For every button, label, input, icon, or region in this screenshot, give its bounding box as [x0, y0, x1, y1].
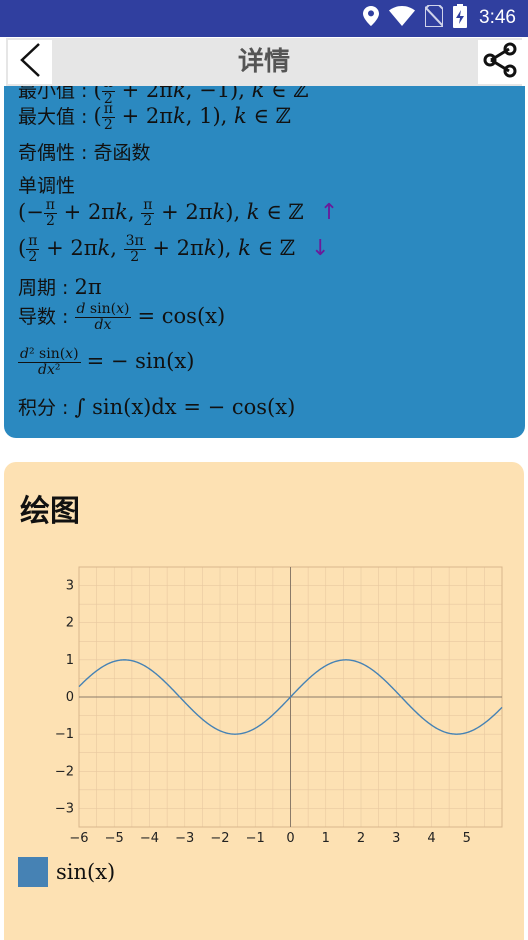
chevron-left-icon: [19, 42, 41, 82]
y-tick-label: 0: [66, 690, 74, 705]
parity-value: 奇函数: [93, 142, 151, 164]
integral-value: ∫ sin(x)dx = − cos(x): [74, 395, 296, 419]
integral-label: 积分: [18, 397, 57, 419]
share-button[interactable]: [478, 40, 522, 84]
app-bar: 详情: [6, 38, 522, 86]
no-sim-icon: [424, 4, 445, 31]
location-icon: [363, 6, 380, 30]
x-tick-label: −3: [175, 831, 194, 846]
x-tick-label: 2: [357, 831, 365, 846]
min-label: 最小值: [18, 86, 76, 102]
period-label: 周期: [18, 277, 57, 299]
status-time: 3:46: [479, 7, 516, 28]
x-tick-label: 0: [286, 831, 294, 846]
y-tick-label: −3: [55, 801, 74, 816]
y-tick-label: 3: [66, 579, 74, 594]
x-tick-label: 3: [392, 831, 400, 846]
chart-legend: sin(x): [18, 857, 115, 887]
battery-charging-icon: [453, 4, 468, 32]
page-title: 详情: [237, 47, 290, 77]
max-row: 最大值 : (π 2 + 2πk, 1), k ∈ ℤ: [18, 101, 291, 133]
derivative-row: 导数 : d sin(x) dx = cos(x): [18, 301, 226, 333]
derivative-value: cos(x): [161, 304, 226, 328]
y-tick-label: 2: [66, 616, 74, 631]
period-value: 2π: [74, 275, 102, 299]
legend-swatch: [18, 857, 48, 887]
integral-row: 积分 : ∫ sin(x)dx = − cos(x): [18, 395, 296, 419]
function-chart[interactable]: −6 −5 −4 −3 −2 −1 0 1 2 3 4 5 −3 −2 −1 0 1 2 3: [4, 462, 524, 862]
decreasing-interval: (π 2 + 2πk, 3π 2 + 2πk), k ∈ ℤ ↓: [18, 233, 330, 265]
x-tick-label: −4: [140, 831, 159, 846]
x-tick-label: 5: [463, 831, 471, 846]
second-derivative-row: d² sin(x) dx² = − sin(x): [18, 346, 195, 378]
second-derivative-value: − sin(x): [110, 349, 195, 373]
parity-label: 奇偶性: [18, 142, 76, 164]
x-tick-label: −5: [105, 831, 124, 846]
share-icon: [482, 42, 518, 82]
derivative-label: 导数: [18, 306, 57, 328]
x-tick-label: −6: [69, 831, 88, 846]
properties-card: 最小值 : (π2 + 2πk, −1), k ∈ ℤ 最大值 : (π2 + …: [4, 86, 525, 438]
status-bar: 3:46: [0, 0, 528, 37]
y-tick-label: −2: [55, 764, 74, 779]
increasing-interval: (− π 2 + 2πk, π2 + 2πk), k ∈ ℤ ↑: [18, 197, 339, 229]
monotonic-label: 单调性: [18, 175, 76, 197]
status-icons: 3:46: [363, 4, 516, 32]
x-tick-label: −1: [246, 831, 265, 846]
period-row: 周期 : 2π: [18, 275, 102, 299]
legend-label: sin(x): [56, 860, 116, 884]
y-tick-label: 1: [66, 653, 74, 668]
wifi-icon: [389, 6, 416, 30]
max-label: 最大值: [18, 106, 76, 128]
arrow-down-icon: ↓: [311, 236, 330, 261]
plot-card: 绘图 −6 −5 −4 −3 −2 −1 0 1 2 3 4 5 −3 −2 −1 0 1 2 3 sin(x): [4, 462, 524, 940]
arrow-up-icon: ↑: [319, 200, 339, 225]
x-tick-label: −2: [210, 831, 229, 846]
x-tick-label: 4: [427, 831, 435, 846]
y-tick-label: −1: [55, 727, 74, 742]
back-button[interactable]: [8, 40, 52, 84]
max-value: (π 2 + 2πk, 1), k ∈ ℤ: [93, 101, 291, 133]
x-tick-label: 1: [322, 831, 330, 846]
parity-row: 奇偶性 : 奇函数: [18, 142, 151, 164]
